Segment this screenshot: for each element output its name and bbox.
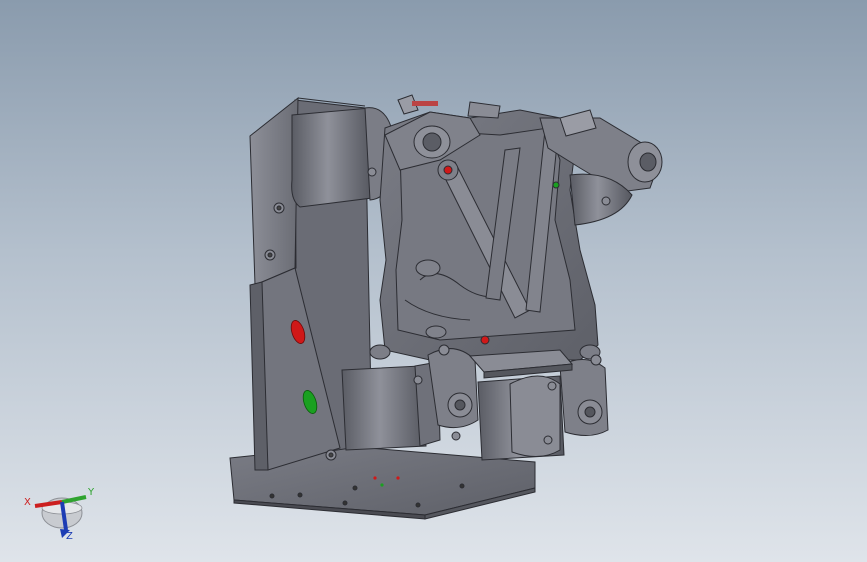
x-axis-label: X — [24, 497, 31, 508]
green-pin-marker — [552, 181, 560, 189]
z-axis-label: Z — [66, 531, 73, 542]
3d-viewport[interactable]: X Y Z — [0, 0, 867, 562]
fixture-assembly-model[interactable] — [0, 0, 867, 562]
y-axis-label: Y — [88, 487, 95, 498]
red-pin-marker — [443, 165, 453, 175]
red-locator-marker — [480, 335, 490, 345]
axis-triad: X Y Z — [22, 486, 102, 552]
